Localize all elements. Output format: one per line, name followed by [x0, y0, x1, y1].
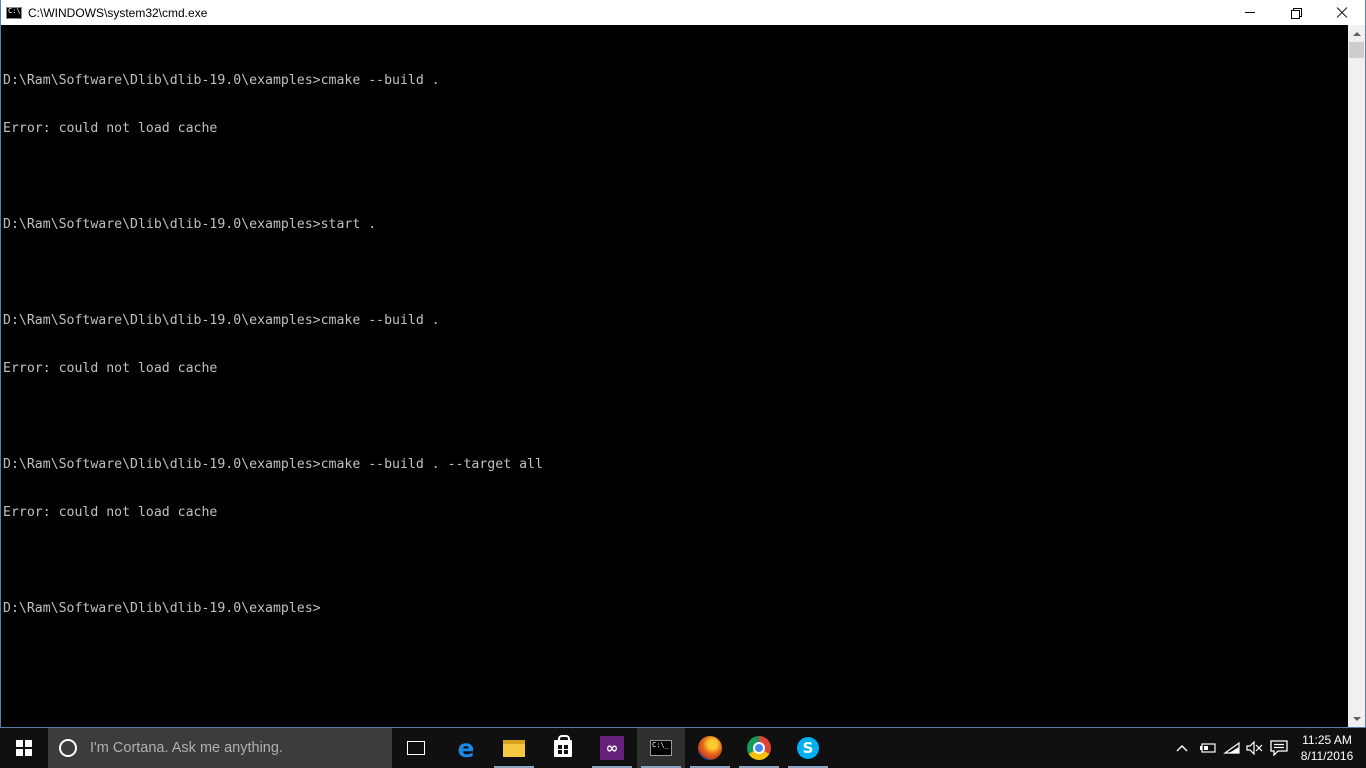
console-prompt-line[interactable]: D:\Ram\Software\Dlib\dlib-19.0\examples>: [3, 601, 1348, 617]
volume-muted-icon: [1246, 741, 1263, 755]
firefox-taskbar-button[interactable]: [686, 728, 734, 768]
console-line: D:\Ram\Software\Dlib\dlib-19.0\examples>…: [3, 457, 543, 472]
network-button[interactable]: [1222, 728, 1242, 768]
clock-date: 8/11/2016: [1300, 749, 1354, 763]
task-view-button[interactable]: [392, 728, 440, 768]
notification-icon: [1270, 740, 1288, 756]
restore-icon: [1291, 7, 1302, 19]
edge-taskbar-button[interactable]: e: [442, 728, 490, 768]
console-line: D:\Ram\Software\Dlib\dlib-19.0\examples>…: [3, 313, 440, 328]
wifi-icon: [1223, 741, 1240, 754]
skype-taskbar-button[interactable]: S: [784, 728, 832, 768]
skype-icon: S: [797, 737, 819, 759]
store-taskbar-button[interactable]: [539, 728, 587, 768]
console-line: D:\Ram\Software\Dlib\dlib-19.0\examples>…: [3, 73, 440, 88]
cmd-taskbar-button[interactable]: [637, 728, 685, 768]
cmd-window: C:\WINDOWS\system32\cmd.exe D:\Ram\Softw…: [0, 0, 1366, 728]
arrow-down-icon: [1352, 716, 1361, 721]
restore-button[interactable]: [1273, 0, 1319, 25]
arrow-up-icon: [1352, 31, 1361, 36]
console-line: D:\Ram\Software\Dlib\dlib-19.0\examples>…: [3, 217, 377, 232]
console-line: Error: could not load cache: [3, 505, 218, 520]
title-bar[interactable]: C:\WINDOWS\system32\cmd.exe: [1, 0, 1365, 25]
firefox-icon: [698, 736, 722, 760]
close-button[interactable]: [1319, 0, 1365, 25]
minimize-icon: [1245, 12, 1255, 13]
show-hidden-icons-button[interactable]: [1172, 728, 1192, 768]
file-explorer-taskbar-button[interactable]: [490, 728, 538, 768]
search-placeholder: I'm Cortana. Ask me anything.: [90, 740, 283, 756]
close-icon: [1336, 7, 1348, 19]
window-title: C:\WINDOWS\system32\cmd.exe: [28, 5, 208, 20]
console-line: Error: could not load cache: [3, 361, 218, 376]
console-line: Error: could not load cache: [3, 121, 218, 136]
start-button[interactable]: [0, 728, 48, 768]
cmd-app-icon[interactable]: [6, 6, 22, 19]
visual-studio-taskbar-button[interactable]: ∞: [588, 728, 636, 768]
cortana-icon: [59, 739, 77, 757]
scroll-thumb[interactable]: [1349, 42, 1364, 58]
clock-time: 11:25 AM: [1302, 733, 1352, 747]
chrome-icon: [747, 736, 771, 760]
battery-icon: [1200, 743, 1216, 753]
system-clock[interactable]: 11:25 AM 8/11/2016: [1294, 728, 1360, 768]
action-center-button[interactable]: [1268, 728, 1290, 768]
taskbar: I'm Cortana. Ask me anything. e ∞ S: [0, 728, 1366, 768]
edge-icon: e: [457, 733, 475, 763]
store-icon: [554, 734, 572, 757]
scroll-down-button[interactable]: [1348, 710, 1365, 727]
scroll-up-button[interactable]: [1348, 25, 1365, 42]
cmd-icon: [650, 740, 672, 756]
visual-studio-icon: ∞: [600, 736, 624, 760]
folder-icon: [503, 739, 525, 757]
cortana-search-box[interactable]: I'm Cortana. Ask me anything.: [48, 728, 392, 768]
minimize-button[interactable]: [1227, 0, 1273, 25]
volume-button[interactable]: [1244, 728, 1264, 768]
windows-logo-icon: [16, 740, 32, 756]
vertical-scrollbar[interactable]: [1348, 25, 1365, 727]
chevron-up-icon: [1176, 745, 1188, 752]
battery-button[interactable]: [1198, 728, 1218, 768]
chrome-taskbar-button[interactable]: [735, 728, 783, 768]
console-output[interactable]: D:\Ram\Software\Dlib\dlib-19.0\examples>…: [2, 25, 1348, 727]
task-view-icon: [407, 741, 425, 755]
